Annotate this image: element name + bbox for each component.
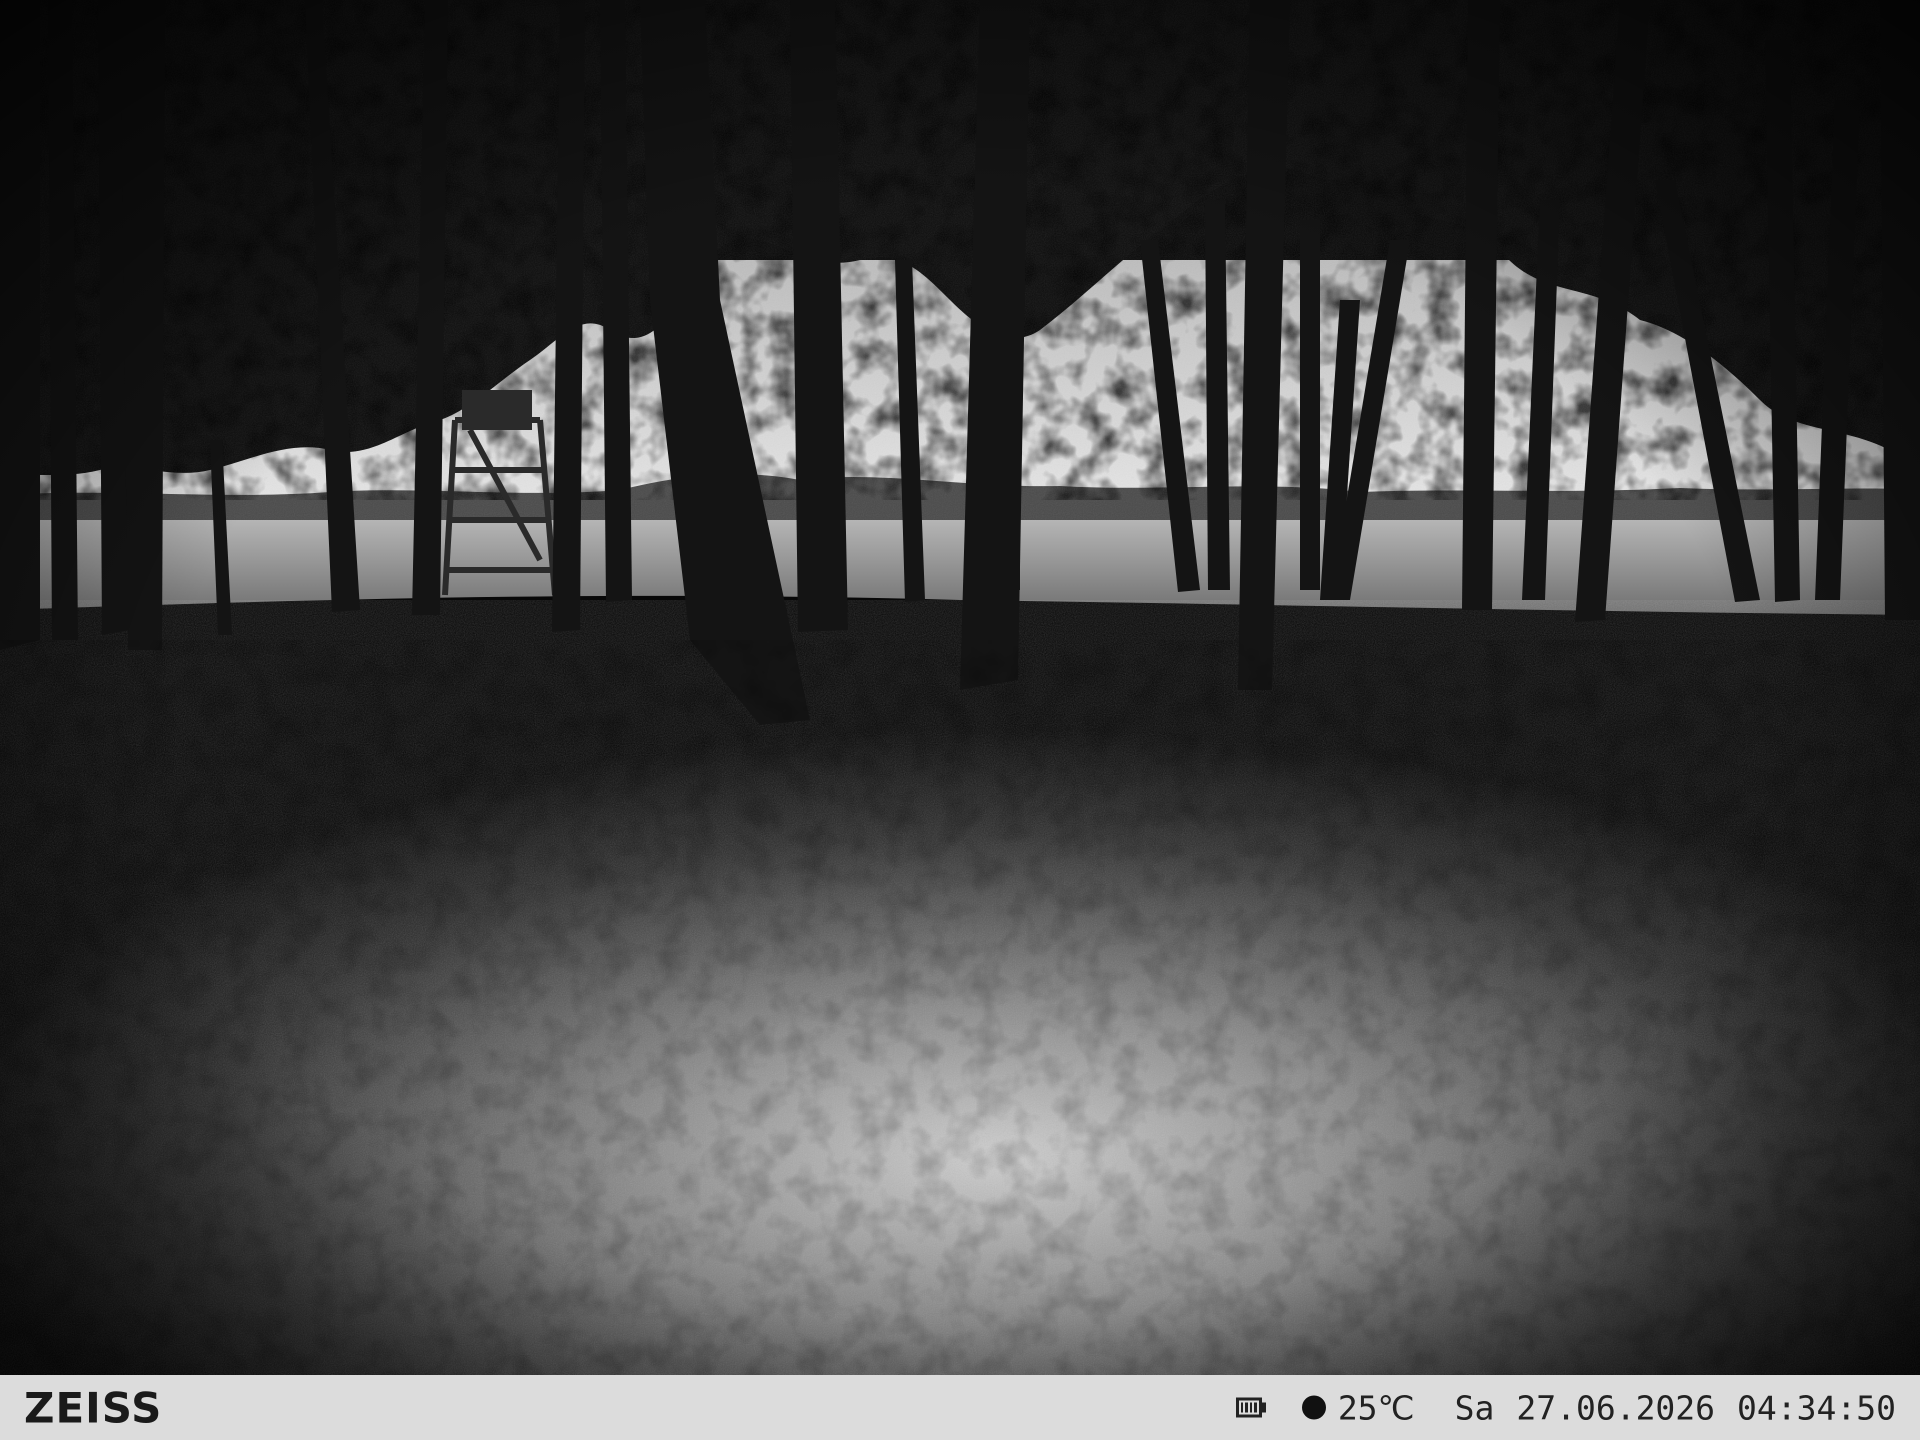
weekday-label: Sa [1454, 1388, 1495, 1427]
trail-camera-frame: ZEISS 25℃ Sa 27.06.2026 04:34:50 [0, 0, 1920, 1440]
temperature-readout: 25℃ [1337, 1388, 1415, 1427]
brand-logo: ZEISS [24, 1383, 163, 1432]
moon-phase-icon [1301, 1395, 1326, 1420]
forest-night-photo [0, 0, 1920, 1375]
status-readout: 25℃ Sa 27.06.2026 04:34:50 [1235, 1388, 1896, 1427]
battery-full-icon [1235, 1397, 1266, 1418]
time-label: 04:34:50 [1737, 1388, 1896, 1427]
date-label: 27.06.2026 [1516, 1388, 1716, 1427]
camera-info-bar: ZEISS 25℃ Sa 27.06.2026 04:34:50 [0, 1375, 1920, 1440]
